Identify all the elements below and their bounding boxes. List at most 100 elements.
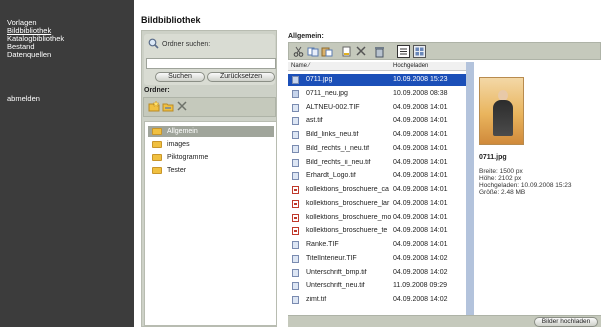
detail-size: Größe: 2.48 MB (479, 189, 526, 196)
paste-icon[interactable] (321, 46, 333, 57)
cut-icon[interactable] (293, 46, 304, 57)
folder-search-box: Ordner suchen: Suchen Zurücksetzen (144, 34, 276, 85)
folder-name: Allgemein (167, 128, 198, 135)
list-view-icon[interactable] (397, 45, 410, 58)
sidebar: Vorlagen Bildbibliothek Katalogbibliothe… (0, 0, 134, 327)
reset-button[interactable]: Zurücksetzen (207, 72, 275, 82)
file-uploaded-date: 04.09.2008 14:01 (393, 103, 448, 111)
file-name: Unterschrift_neu.tif (306, 282, 365, 290)
folder-item[interactable]: Tester (148, 165, 274, 176)
file-detail-panel: 0711.jpg Breite: 1500 px Höhe: 2102 px H… (474, 62, 601, 315)
file-row[interactable]: kollektions_broschuere_te 04.09.2008 14:0… (288, 225, 466, 237)
file-row[interactable]: kollektions_broschuere_ca 04.09.2008 14:0… (288, 184, 466, 196)
file-name: kollektions_broschuere_lar (306, 199, 390, 207)
file-row[interactable]: kollektions_broschuere_mo 04.09.2008 14:0… (288, 212, 466, 224)
pdf-file-icon (292, 213, 299, 222)
file-uploaded-date: 04.09.2008 14:01 (393, 172, 448, 180)
file-uploaded-date: 10.09.2008 08:38 (393, 89, 448, 97)
file-name: Ranke.TIF (306, 241, 339, 248)
file-name: TitelInterieur.TIF (306, 254, 357, 262)
image-file-icon (292, 76, 299, 84)
file-uploaded-date: 04.09.2008 14:01 (393, 227, 448, 235)
file-toolbar (288, 42, 601, 60)
image-file-icon (292, 268, 299, 277)
file-row[interactable]: Unterschrift_bmp.tif 04.09.2008 14:02 (288, 267, 466, 279)
folders-label: Ordner: (144, 87, 170, 94)
file-row[interactable]: zimt.tif 04.09.2008 14:02 (288, 294, 466, 306)
file-row[interactable]: ALTNEU-002.TIF 04.09.2008 14:01 (288, 102, 466, 114)
folder-item[interactable]: Piktogramme (148, 152, 274, 163)
folder-panel: Ordner suchen: Suchen Zurücksetzen Ordne… (141, 30, 277, 327)
file-uploaded-date: 04.09.2008 14:01 (393, 131, 448, 138)
file-name: Erhardt_Logo.tif (306, 172, 356, 180)
file-row[interactable]: Ranke.TIF 04.09.2008 14:01 (288, 239, 466, 251)
folder-item[interactable]: images (148, 139, 274, 150)
folder-name: images (167, 141, 190, 148)
image-file-icon (292, 254, 299, 263)
file-row[interactable]: Erhardt_Logo.tif 04.09.2008 14:01 (288, 170, 466, 182)
delete-icon[interactable] (356, 46, 366, 56)
delete-folder-icon[interactable] (177, 101, 187, 111)
folder-tree: Allgemein images Piktogramme Tester (144, 121, 277, 326)
folder-item[interactable]: Allgemein (148, 126, 274, 137)
trash-icon[interactable] (374, 46, 385, 58)
folder-name: Piktogramme (167, 154, 209, 161)
new-folder-icon[interactable] (148, 101, 160, 112)
file-name: kollektions_broschuere_ca (306, 186, 389, 193)
image-file-icon (292, 103, 299, 112)
column-header-name[interactable]: Name ⁄ (291, 63, 310, 69)
file-name: zimt.tif (306, 296, 327, 303)
image-file-icon (292, 282, 299, 291)
column-header-uploaded[interactable]: Hochgeladen (393, 63, 428, 69)
image-file-icon (292, 296, 299, 304)
file-name: Unterschrift_bmp.tif (306, 268, 367, 276)
file-name: kollektions_broschuere_te (306, 227, 388, 235)
file-name: Bild_rechts_ii_neu.tif (306, 158, 371, 166)
file-name: Bild_links_neu.tif (306, 131, 359, 138)
file-name: ast.tif (306, 117, 323, 125)
files-panel-label: Allgemein: (288, 33, 324, 40)
folder-icon (152, 167, 162, 174)
file-row[interactable]: Bild_rechts_i_neu.tif 04.09.2008 14:01 (288, 143, 466, 155)
image-file-icon (292, 158, 299, 167)
file-list: Name ⁄ Hochgeladen 0711.jpg 10.09.2008 15… (288, 62, 466, 315)
upload-images-button[interactable]: Bilder hochladen (534, 317, 598, 327)
file-uploaded-date: 04.09.2008 14:01 (393, 199, 448, 207)
folder-search-label: Ordner suchen: (162, 41, 211, 48)
file-row[interactable]: 0711.jpg 10.09.2008 15:23 (288, 74, 466, 86)
file-name: ALTNEU-002.TIF (306, 103, 360, 111)
file-row[interactable]: Bild_links_neu.tif 04.09.2008 14:01 (288, 129, 466, 141)
search-button[interactable]: Suchen (155, 72, 205, 82)
detail-width: Breite: 1500 px (479, 168, 523, 175)
detail-uploaded: Hochgeladen: 10.09.2008 15:23 (479, 182, 572, 189)
sidebar-item-datenquellen[interactable]: Datenquellen (7, 51, 51, 59)
file-uploaded-date: 04.09.2008 14:01 (393, 144, 448, 152)
search-icon (148, 38, 159, 49)
file-uploaded-date: 04.09.2008 14:01 (393, 241, 448, 248)
file-row[interactable]: TitelInterieur.TIF 04.09.2008 14:02 (288, 253, 466, 265)
file-row[interactable]: Unterschrift_neu.tif 11.09.2008 09:29 (288, 280, 466, 292)
file-uploaded-date: 11.09.2008 09:29 (393, 282, 447, 290)
file-list-header: Name ⁄ Hochgeladen (288, 62, 466, 71)
rename-folder-icon[interactable] (162, 101, 174, 112)
folder-icon (152, 154, 162, 161)
image-file-icon (292, 144, 299, 153)
file-row[interactable]: 0711_neu.jpg 10.09.2008 08:38 (288, 88, 466, 100)
file-name: kollektions_broschuere_mo (306, 213, 392, 221)
file-row[interactable]: Bild_rechts_ii_neu.tif 04.09.2008 14:01 (288, 157, 466, 169)
logout-link[interactable]: abmelden (7, 95, 40, 103)
file-name: 0711_neu.jpg (306, 89, 348, 97)
folder-name: Tester (167, 167, 187, 174)
page-title: Bildbibliothek (141, 15, 201, 25)
bottom-bar: Bilder hochladen (288, 315, 601, 327)
panel-divider[interactable] (466, 62, 474, 315)
file-uploaded-date: 10.09.2008 15:23 (393, 76, 448, 83)
image-preview (479, 77, 524, 145)
folder-search-input[interactable] (146, 58, 276, 69)
file-row[interactable]: kollektions_broschuere_lar 04.09.2008 14:… (288, 198, 466, 210)
file-row[interactable]: ast.tif 04.09.2008 14:01 (288, 115, 466, 127)
document-icon[interactable] (341, 46, 352, 57)
image-file-icon (292, 172, 299, 181)
copy-icon[interactable] (307, 46, 319, 57)
thumbnail-view-icon[interactable] (413, 45, 426, 58)
